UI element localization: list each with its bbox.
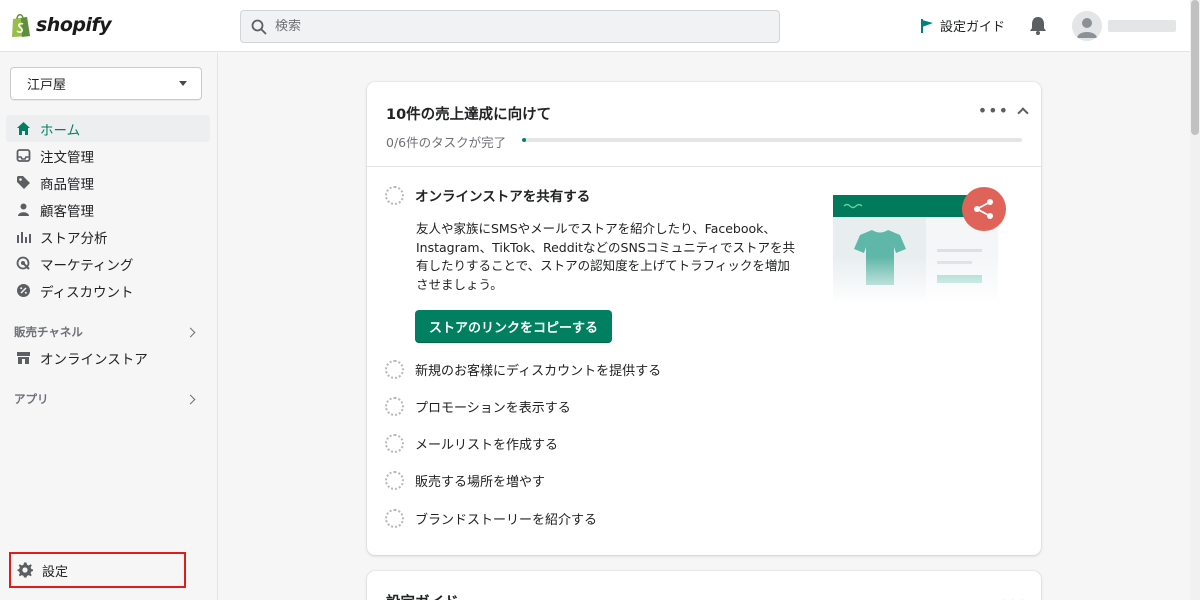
task-label: メールリストを作成する [415, 438, 559, 453]
task-label: プロモーションを表示する [415, 401, 571, 416]
share-store-illustration [830, 185, 1010, 305]
user-name-redacted [1108, 20, 1176, 32]
task-status-icon [385, 185, 404, 205]
shopify-logo[interactable]: shopify [10, 12, 112, 38]
sidebar-item-label: オンラインストア [40, 351, 148, 368]
storefront-icon [17, 352, 30, 364]
task-description: 友人や家族にSMSやメールでストアを紹介したり、Facebook、Instagr… [416, 221, 795, 292]
chevron-right-icon [185, 327, 196, 337]
settings-button[interactable]: 設定 [9, 552, 186, 588]
scrollbar-thumb[interactable] [1191, 0, 1199, 135]
sidebar-item-products[interactable]: 商品管理 [6, 169, 210, 196]
sidebar-item-analytics[interactable]: ストア分析 [6, 223, 210, 250]
avatar[interactable] [1072, 11, 1102, 41]
target-icon [16, 256, 30, 270]
flag-icon [921, 18, 933, 33]
sidebar-item-discounts[interactable]: ディスカウント [6, 277, 210, 304]
task-status-icon [385, 360, 404, 379]
search-bar[interactable] [240, 10, 780, 43]
page-scrollbar[interactable] [1190, 0, 1200, 600]
card-title: 設定ガイド [386, 591, 459, 600]
apps-header[interactable]: アプリ [14, 391, 198, 407]
inbox-icon [16, 149, 31, 162]
sidebar-item-label: 注文管理 [40, 149, 94, 166]
task-label: 販売する場所を増やす [415, 475, 546, 490]
sales-channels-header[interactable]: 販売チャネル [14, 324, 198, 340]
sidebar-item-label: ストア分析 [40, 230, 108, 247]
sidebar-item-label: マーケティング [40, 257, 134, 274]
task-item-open[interactable]: オンラインストアを共有する [385, 185, 590, 205]
sidebar-item-label: 顧客管理 [40, 203, 94, 220]
setup-guide-card: 設定ガイド ••• [367, 571, 1041, 600]
sidebar: 江戸屋 ホーム 注文管理 商品管理 顧客管理 ストア分析 マーケティング ディス… [0, 53, 218, 600]
task-item[interactable]: プロモーションを表示する [385, 397, 571, 416]
caret-down-icon [179, 81, 187, 86]
setup-guide-link[interactable]: 設定ガイド [920, 16, 1005, 35]
task-label: 新規のお客様にディスカウントを提供する [415, 364, 662, 379]
top-bar: shopify 設定ガイド [0, 0, 1190, 52]
search-icon [251, 19, 267, 34]
gear-icon [17, 562, 33, 578]
progress-bar [522, 138, 1022, 142]
card-title: 10件の売上達成に向けて [386, 107, 552, 123]
task-item[interactable]: 販売する場所を増やす [385, 471, 545, 490]
sales-channels-label: 販売チャネル [14, 325, 83, 339]
setup-guide-label: 設定ガイド [940, 20, 1006, 35]
sidebar-item-home[interactable]: ホーム [6, 115, 210, 142]
store-selector[interactable]: 江戸屋 [10, 67, 202, 100]
apps-label: アプリ [14, 392, 49, 406]
tag-icon [17, 176, 30, 189]
bell-icon [1030, 17, 1046, 35]
person-icon [18, 203, 29, 216]
shopify-bag-icon [12, 14, 30, 37]
sidebar-item-label: 商品管理 [40, 176, 94, 193]
task-label: オンラインストアを共有する [415, 189, 591, 205]
settings-label: 設定 [42, 564, 69, 580]
home-icon [17, 122, 30, 135]
chevron-right-icon [185, 394, 196, 404]
user-avatar-icon [1077, 18, 1097, 38]
sidebar-item-online-store[interactable]: オンラインストア [6, 344, 210, 371]
divider [367, 166, 1041, 167]
sidebar-item-label: ディスカウント [40, 284, 134, 301]
more-options-icon[interactable]: ••• [999, 593, 1027, 600]
share-illustration-graphic [830, 187, 1010, 305]
chevron-up-icon[interactable] [1017, 107, 1029, 119]
task-item[interactable]: メールリストを作成する [385, 434, 558, 453]
more-options-icon[interactable]: ••• [978, 102, 1009, 118]
sales-goal-card: 10件の売上達成に向けて ••• 0/6件のタスクが完了 オンラインストアを共有… [367, 82, 1041, 555]
online-store-nav: オンラインストア [6, 344, 210, 371]
progress-text: 0/6件のタスクが完了 [386, 135, 507, 150]
task-item[interactable]: 新規のお客様にディスカウントを提供する [385, 360, 661, 379]
task-label: ブランドストーリーを紹介する [415, 513, 598, 528]
store-name: 江戸屋 [27, 78, 67, 93]
sidebar-item-label: ホーム [40, 122, 81, 139]
task-item[interactable]: ブランドストーリーを紹介する [385, 509, 597, 528]
notifications-button[interactable] [1029, 16, 1047, 39]
copy-store-link-button[interactable]: ストアのリンクをコピーする [415, 310, 613, 343]
main-nav: ホーム 注文管理 商品管理 顧客管理 ストア分析 マーケティング ディスカウント [6, 115, 210, 304]
sidebar-item-customers[interactable]: 顧客管理 [6, 196, 210, 223]
task-status-icon [385, 471, 404, 490]
task-status-icon [385, 434, 404, 453]
task-status-icon [385, 397, 404, 416]
brand-name: shopify [36, 14, 112, 36]
bar-chart-icon [17, 232, 31, 243]
sidebar-item-marketing[interactable]: マーケティング [6, 250, 210, 277]
progress-bar-fill [522, 138, 526, 142]
card-actions: ••• [978, 102, 1029, 119]
search-input[interactable] [275, 19, 755, 34]
task-status-icon [385, 509, 404, 528]
sidebar-item-orders[interactable]: 注文管理 [6, 142, 210, 169]
discount-icon [17, 284, 30, 297]
